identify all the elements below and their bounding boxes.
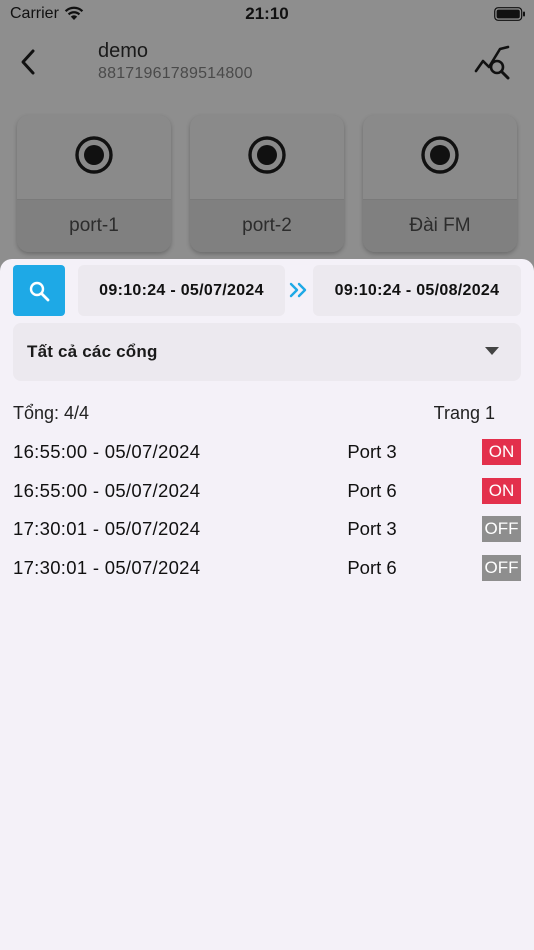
total-count: Tổng: 4/4	[13, 403, 90, 423]
port-label: port-2	[242, 215, 292, 236]
log-row: 17:30:01 - 05/07/2024 Port 3 OFF	[0, 515, 534, 545]
port-card-1[interactable]: port-1	[17, 115, 171, 252]
device-id: 88171961789514800	[98, 65, 253, 82]
battery-icon	[494, 7, 525, 21]
log-port: Port 3	[347, 441, 397, 462]
page-indicator: Trang 1	[433, 403, 495, 423]
log-port: Port 6	[347, 557, 397, 578]
radio-icon	[421, 136, 459, 174]
search-chart-icon[interactable]	[474, 45, 512, 81]
search-button[interactable]	[13, 265, 65, 316]
log-row: 16:55:00 - 05/07/2024 Port 6 ON	[0, 477, 534, 507]
log-row: 17:30:01 - 05/07/2024 Port 6 OFF	[0, 554, 534, 584]
status-bar: Carrier 21:10	[0, 0, 534, 28]
port-select-value: Tất cả các cổng	[27, 342, 158, 361]
log-port: Port 6	[347, 480, 397, 501]
device-name: demo	[98, 40, 149, 62]
double-chevron-right-icon	[289, 282, 307, 298]
status-badge: OFF	[482, 516, 521, 542]
back-icon[interactable]	[16, 46, 40, 78]
date-from-field[interactable]: 09:10:24 - 05/07/2024	[78, 265, 285, 316]
port-card-2[interactable]: port-2	[190, 115, 344, 252]
status-badge: ON	[482, 478, 521, 504]
search-icon	[29, 281, 50, 302]
log-port: Port 3	[347, 518, 397, 539]
port-select-dropdown[interactable]: Tất cả các cổng	[13, 323, 521, 381]
history-bottom-sheet: 09:10:24 - 05/07/2024 09:10:24 - 05/08/2…	[0, 259, 534, 950]
status-badge: OFF	[482, 555, 521, 581]
log-time: 16:55:00 - 05/07/2024	[13, 480, 201, 501]
port-label: port-1	[69, 215, 119, 236]
radio-icon	[248, 136, 286, 174]
clock: 21:10	[245, 4, 289, 23]
status-badge: ON	[482, 439, 521, 465]
log-time: 17:30:01 - 05/07/2024	[13, 557, 201, 578]
log-time: 16:55:00 - 05/07/2024	[13, 441, 201, 462]
dropdown-icon	[485, 347, 499, 355]
log-time: 17:30:01 - 05/07/2024	[13, 518, 201, 539]
date-to-field[interactable]: 09:10:24 - 05/08/2024	[313, 265, 521, 316]
port-card-3[interactable]: Đài FM	[363, 115, 517, 252]
log-row: 16:55:00 - 05/07/2024 Port 3 ON	[0, 438, 534, 468]
radio-icon	[75, 136, 113, 174]
port-label: Đài FM	[409, 215, 471, 236]
